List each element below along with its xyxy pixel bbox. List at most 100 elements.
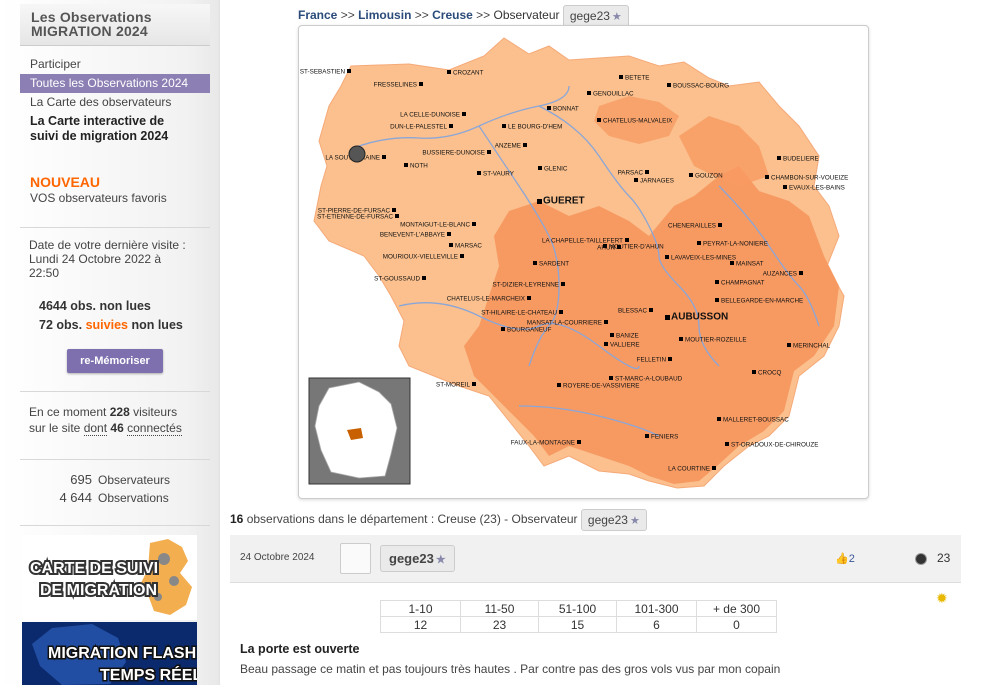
town-marker: [577, 440, 581, 444]
creuse-map[interactable]: ST-SEBASTIEN CROZANT BETETE FRESSELINES GENO…: [298, 25, 869, 499]
breadcrumb-france[interactable]: France: [298, 8, 337, 22]
observer-location-marker[interactable]: [348, 145, 366, 163]
breadcrumb-separator: >>: [476, 8, 491, 22]
nouveau-title: NOUVEAU: [30, 174, 101, 190]
town-label: CROCQ: [758, 370, 782, 377]
town-label: ST-SEBASTIEN: [300, 69, 346, 76]
breadcrumb-limousin[interactable]: Limousin: [358, 8, 411, 22]
menu-carte-interactive-line2[interactable]: suivi de migration 2024: [20, 129, 210, 146]
town-label: BOURGANEUF: [507, 327, 552, 334]
town-marker: [557, 383, 561, 387]
post-text: Beau passage ce matin et pas toujours tr…: [240, 662, 781, 676]
observation-user-button[interactable]: gege23 ★: [380, 545, 455, 572]
online-connected: 46: [110, 421, 124, 435]
breadcrumb-separator: >>: [340, 8, 355, 22]
dept-number: 23: [937, 551, 951, 565]
town-marker: [617, 245, 621, 249]
town-marker: [665, 255, 669, 259]
divider: [20, 459, 210, 460]
town-marker: [561, 282, 565, 286]
observation-header: 24 Octobre 2024 gege23 ★ 👍2 23: [230, 535, 961, 583]
table-cell: 0: [696, 616, 777, 633]
online-text: dont: [83, 421, 108, 436]
map-svg[interactable]: ST-SEBASTIEN CROZANT BETETE FRESSELINES GENO…: [299, 26, 869, 499]
post-title: La porte est ouverte: [240, 642, 360, 656]
town-marker: [645, 170, 649, 174]
table-header: 101-300: [616, 600, 697, 617]
breadcrumb-creuse[interactable]: Creuse: [432, 8, 473, 22]
rememoriser-button[interactable]: re-Mémoriser: [67, 349, 163, 373]
sidebar-header: Les Observations MIGRATION 2024: [20, 4, 210, 46]
town-label: PARSAC: [618, 170, 644, 177]
town-label: BONNAT: [553, 106, 579, 113]
town-label: AUBUSSON: [671, 312, 728, 323]
town-label: MOURIOUX-VIELLEVILLE: [383, 254, 458, 261]
town-marker: [547, 106, 551, 110]
table-header: 11-50: [460, 600, 539, 617]
divider: [20, 227, 210, 228]
nouveau-subtitle[interactable]: VOS observateurs favoris: [30, 191, 167, 205]
town-marker: [382, 155, 386, 159]
banner2-line1: MIGRATION FLASH: [48, 645, 196, 662]
town-marker: [404, 163, 408, 167]
menu-participer[interactable]: Participer: [20, 55, 210, 74]
banner2-line2: TEMPS RÉEL: [100, 665, 197, 684]
town-marker: [619, 75, 623, 79]
menu-carte-observateurs[interactable]: La Carte des observateurs: [20, 93, 210, 112]
divider: [20, 391, 210, 392]
obs-summary-text: observations dans le département : Creus…: [246, 512, 578, 526]
town-label: BOUSSAC-BOURG: [673, 83, 729, 90]
counts-table: 1-10 11-50 51-100 101-300 + de 300 12 23…: [380, 600, 777, 633]
menu-toutes-observations[interactable]: Toutes les Observations 2024: [20, 74, 210, 93]
summary-user-button[interactable]: gege23 ★: [580, 508, 647, 531]
town-label: LE BOURG-D'HEM: [508, 124, 562, 131]
avatar[interactable]: [340, 543, 371, 574]
unread-count: 4644: [39, 299, 67, 313]
breadcrumb-user-button[interactable]: gege23 ★: [562, 4, 629, 27]
town-label: GUERET: [543, 196, 585, 207]
town-marker: [799, 271, 803, 275]
observations-label: Observations: [98, 491, 169, 505]
like-button[interactable]: 👍2: [835, 552, 855, 565]
table-header: 1-10: [380, 600, 461, 617]
town-label: LA COURTINE: [668, 466, 710, 473]
town-marker: [667, 83, 671, 87]
town-label: MALLERET-BOUSSAC: [723, 417, 789, 424]
town-marker: [527, 296, 531, 300]
migration-flash-banner[interactable]: MIGRATION FLASH TEMPS RÉEL: [22, 622, 197, 685]
sidebar-title-line2: MIGRATION 2024: [31, 23, 148, 39]
town-marker: [460, 254, 464, 258]
menu-carte-interactive[interactable]: La Carte interactive de: [20, 112, 210, 129]
town-marker: [625, 238, 629, 242]
town-label: LAVAVEIX-LES-MINES: [671, 255, 736, 262]
town-label: MOUTIER-ROZEILLE: [685, 337, 747, 344]
town-marker: [472, 222, 476, 226]
user-name: gege23: [389, 551, 434, 566]
town-label: LA CELLE-DUNOISE: [400, 112, 460, 119]
town-marker: [645, 434, 649, 438]
followed-mid: obs.: [56, 318, 83, 332]
town-marker: [730, 261, 734, 265]
town-label: AHUN: [597, 245, 615, 252]
town-marker: [715, 298, 719, 302]
town-marker: [447, 70, 451, 74]
online-text: visiteurs: [133, 405, 178, 419]
town-label: CHATELUS-MALVALEIX: [603, 118, 673, 125]
town-marker: [712, 466, 716, 470]
table-row: 12 23 15 6 0: [380, 616, 777, 633]
town-marker: [395, 214, 399, 218]
town-marker: [419, 82, 423, 86]
last-visit-time: 22:50: [29, 266, 60, 280]
town-label: GLENIC: [544, 166, 568, 173]
carte-suivi-banner[interactable]: CARTE DE SUIVI DE MIGRATION: [22, 535, 197, 620]
nouveau-block[interactable]: NOUVEAU VOS observateurs favoris: [30, 174, 167, 205]
unread-label: obs. non lues: [70, 299, 151, 313]
observation-date: 24 Octobre 2024: [240, 552, 315, 563]
followed-word: suivies: [85, 318, 128, 332]
town-label: MERINCHAL: [793, 343, 831, 350]
town-label: DUN-LE-PALESTEL: [390, 124, 447, 131]
town-label: BETETE: [625, 75, 650, 82]
town-label: CHENERAILLES: [668, 223, 716, 230]
town-marker: [715, 280, 719, 284]
town-marker: [559, 310, 563, 314]
